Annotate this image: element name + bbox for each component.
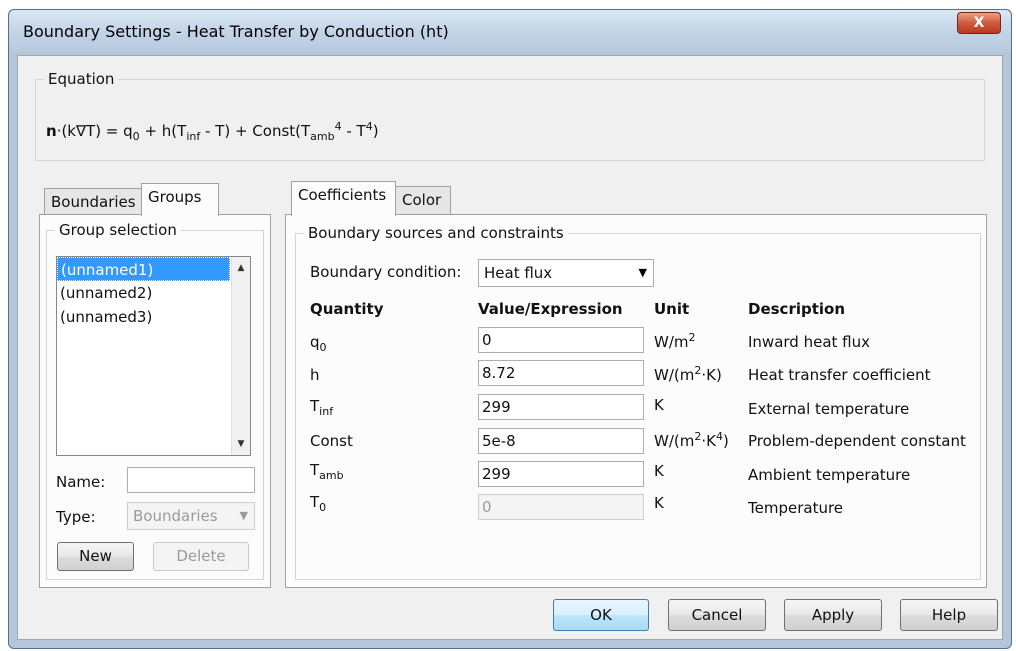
left-tab-panel: Group selection (unnamed1) (unnamed2) (u…: [39, 214, 271, 588]
description-cell: Problem-dependent constant: [748, 432, 966, 450]
list-item[interactable]: (unnamed3): [57, 305, 250, 329]
name-label: Name:: [56, 473, 106, 491]
scroll-down-icon[interactable]: ▼: [232, 435, 250, 453]
list-scrollbar[interactable]: ▲ ▼: [231, 257, 250, 455]
header-unit: Unit: [654, 300, 690, 318]
list-item[interactable]: (unnamed2): [57, 281, 250, 305]
header-value: Value/Expression: [478, 300, 623, 318]
delete-button[interactable]: Delete: [153, 542, 249, 571]
type-label: Type:: [56, 508, 96, 526]
dialog-client-area: Equation n·(k∇T) = q0 + h(Tinf - T) + Co…: [17, 55, 1003, 640]
quantity-cell: T0: [310, 493, 327, 514]
equation-text: n·(k∇T) = q0 + h(Tinf - T) + Const(Tamb4…: [46, 120, 379, 143]
new-button[interactable]: New: [57, 542, 134, 571]
value-input[interactable]: 5e-8: [478, 428, 644, 454]
list-item[interactable]: (unnamed1): [57, 257, 230, 281]
right-tab-panel: Boundary sources and constraints Boundar…: [285, 214, 987, 588]
unit-cell: K: [654, 396, 664, 414]
unit-cell: W/(m2·K4): [654, 430, 729, 450]
dialog-window: Boundary Settings - Heat Transfer by Con…: [8, 9, 1012, 649]
dialog-title: Boundary Settings - Heat Transfer by Con…: [23, 22, 449, 41]
boundary-condition-label: Boundary condition:: [310, 263, 462, 281]
header-quantity: Quantity: [310, 300, 384, 318]
value-input[interactable]: 299: [478, 461, 644, 487]
apply-button[interactable]: Apply: [784, 599, 882, 631]
boundary-sources-group: Boundary sources and constraints Boundar…: [295, 224, 981, 580]
equation-group: Equation n·(k∇T) = q0 + h(Tinf - T) + Co…: [35, 70, 985, 161]
description-cell: Inward heat flux: [748, 333, 870, 351]
description-cell: Temperature: [748, 499, 844, 517]
quantity-cell: Tinf: [310, 397, 334, 418]
close-button[interactable]: X: [957, 12, 1001, 34]
ok-button[interactable]: OK: [553, 599, 649, 631]
group-listbox[interactable]: (unnamed1) (unnamed2) (unnamed3) ▲ ▼: [56, 256, 251, 456]
value-input[interactable]: 299: [478, 394, 644, 420]
unit-cell: W/m2: [654, 331, 696, 351]
unit-cell: K: [654, 462, 664, 480]
equation-legend: Equation: [44, 70, 119, 88]
value-input[interactable]: 8.72: [478, 360, 644, 386]
description-cell: External temperature: [748, 400, 910, 418]
value-input[interactable]: 0: [478, 327, 644, 353]
tab-boundaries[interactable]: Boundaries: [44, 188, 142, 214]
tab-groups[interactable]: Groups: [141, 183, 219, 216]
quantity-cell: h: [310, 366, 320, 384]
boundary-sources-legend: Boundary sources and constraints: [304, 224, 568, 242]
cancel-button[interactable]: Cancel: [668, 599, 766, 631]
name-field[interactable]: [127, 467, 255, 493]
title-bar[interactable]: Boundary Settings - Heat Transfer by Con…: [9, 10, 1011, 52]
group-selection-group: Group selection (unnamed1) (unnamed2) (u…: [46, 221, 264, 580]
unit-cell: K: [654, 494, 664, 512]
help-button[interactable]: Help: [900, 599, 998, 631]
quantity-cell: Const: [310, 432, 353, 450]
group-selection-legend: Group selection: [55, 221, 181, 239]
chevron-down-icon: ▼: [239, 509, 248, 522]
description-cell: Ambient temperature: [748, 466, 911, 484]
scroll-up-icon[interactable]: ▲: [232, 259, 250, 277]
quantity-cell: q0: [310, 333, 327, 354]
tab-coefficients[interactable]: Coefficients: [291, 181, 396, 216]
quantity-cell: Tamb: [310, 461, 344, 482]
description-cell: Heat transfer coefficient: [748, 366, 931, 384]
header-description: Description: [748, 300, 846, 318]
tab-color[interactable]: Color: [395, 186, 451, 214]
type-select[interactable]: Boundaries ▼: [127, 502, 255, 530]
unit-cell: W/(m2·K): [654, 364, 722, 384]
boundary-condition-select[interactable]: Heat flux ▼: [478, 259, 654, 287]
value-input[interactable]: 0: [478, 494, 644, 520]
chevron-down-icon: ▼: [638, 266, 647, 279]
